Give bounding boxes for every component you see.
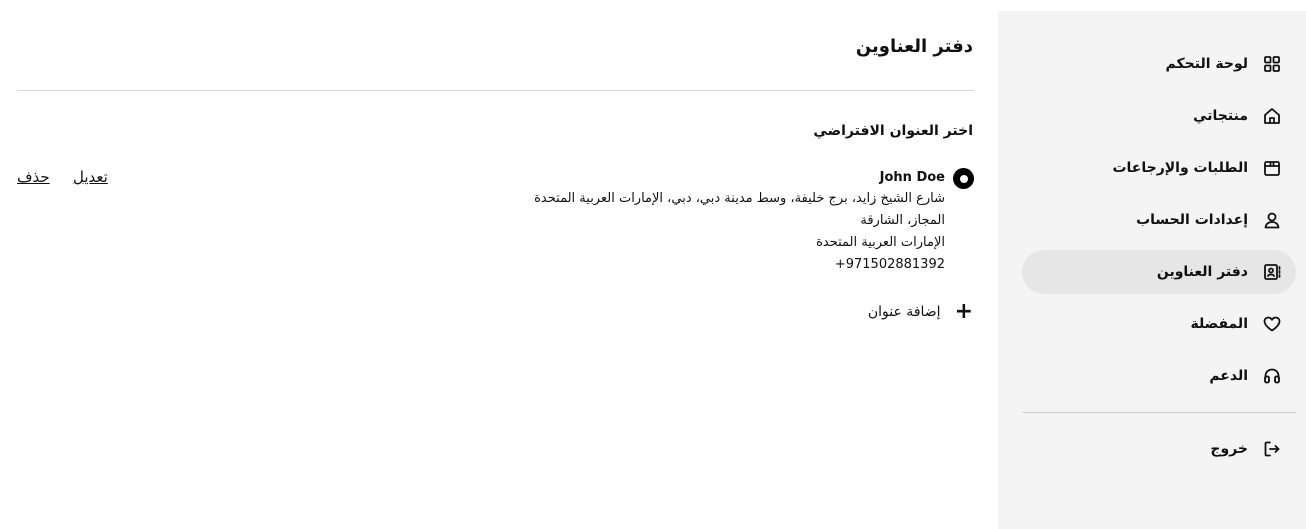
section-title: اختر العنوان الافتراضي — [813, 123, 973, 139]
logout-label: خروج — [1210, 441, 1248, 457]
title-divider — [17, 90, 974, 91]
sidebar-item-my-products[interactable]: منتجاتي — [1022, 94, 1296, 138]
logout-icon — [1261, 438, 1283, 460]
plus-icon: + — [954, 299, 973, 324]
sidebar-item-orders-returns[interactable]: الطلبات والإرجاعات — [1022, 146, 1296, 190]
sidebar-item-favorites[interactable]: المفضلة — [1022, 302, 1296, 346]
page-title: دفتر العناوين — [855, 36, 973, 57]
sidebar-divider — [1022, 412, 1296, 413]
sidebar-item-label: دفتر العناوين — [1156, 264, 1248, 280]
logout-button[interactable]: خروج — [1022, 427, 1296, 471]
sidebar-item-address-book[interactable]: دفتر العناوين — [1022, 250, 1296, 294]
edit-address-link[interactable]: تعديل — [73, 168, 108, 186]
sidebar-item-label: الدعم — [1209, 368, 1248, 384]
dashboard-grid-icon — [1261, 53, 1283, 75]
box-icon — [1261, 157, 1283, 179]
sidebar-item-dashboard[interactable]: لوحة التحكم — [1022, 42, 1296, 86]
home-icon — [1261, 105, 1283, 127]
address-line-2: المجاز، الشارقة — [860, 213, 945, 228]
headset-icon — [1261, 365, 1283, 387]
sidebar-item-label: المفضلة — [1190, 316, 1248, 332]
sidebar-item-label: الطلبات والإرجاعات — [1112, 160, 1248, 176]
sidebar-item-account-settings[interactable]: إعدادات الحساب — [1022, 198, 1296, 242]
add-address-label: إضافة عنوان — [867, 304, 941, 320]
add-address-button[interactable]: + إضافة عنوان — [868, 301, 973, 323]
heart-icon — [1261, 313, 1283, 335]
address-name: John Doe — [879, 170, 945, 185]
address-line-3: الإمارات العربية المتحدة — [816, 235, 945, 250]
sidebar-item-label: لوحة التحكم — [1165, 56, 1248, 72]
sidebar-item-label: إعدادات الحساب — [1136, 212, 1248, 228]
address-book-icon — [1261, 261, 1283, 283]
address-line-1: شارع الشيخ زايد، برج خليفة، وسط مدينة دب… — [534, 191, 945, 206]
address-card: John Doe شارع الشيخ زايد، برج خليفة، وسط… — [534, 169, 945, 276]
sidebar-item-support[interactable]: الدعم — [1022, 354, 1296, 398]
default-address-radio[interactable] — [953, 168, 974, 189]
delete-address-link[interactable]: حذف — [17, 168, 50, 186]
sidebar: لوحة التحكم منتجاتي الطلبات والإرجاعات إ… — [998, 11, 1306, 529]
address-phone: +971502881392 — [834, 257, 945, 272]
user-icon — [1261, 209, 1283, 231]
sidebar-item-label: منتجاتي — [1193, 108, 1248, 124]
